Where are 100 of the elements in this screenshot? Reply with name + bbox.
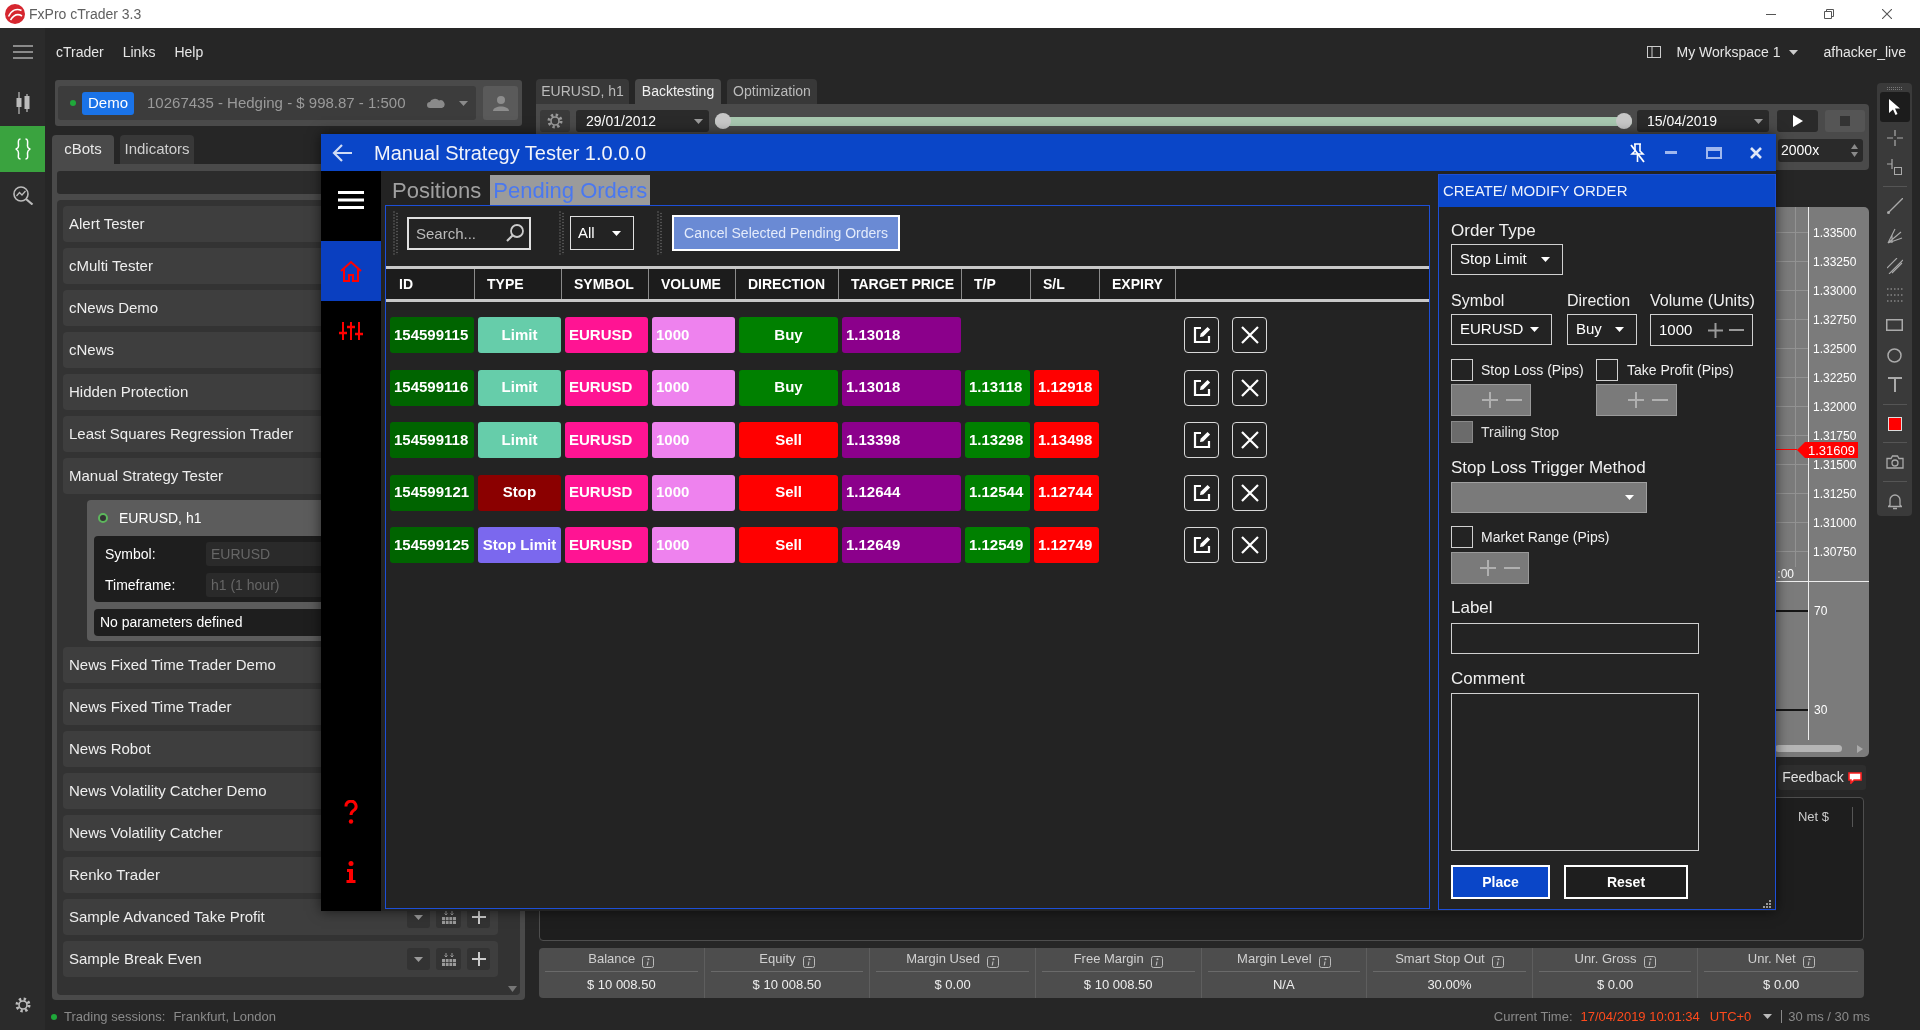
chart-tab[interactable]: Backtesting — [635, 79, 721, 104]
panel-tab[interactable]: Positions — [389, 175, 485, 205]
delete-button[interactable] — [1232, 474, 1267, 511]
slider-thumb[interactable] — [1616, 113, 1632, 129]
time-label: :00 — [1777, 566, 1794, 583]
setting-label: Timeframe: — [105, 575, 177, 595]
library-tab[interactable]: Indicators — [120, 135, 194, 164]
summary-label: Balance — [588, 949, 636, 968]
layout-icon[interactable] — [1646, 46, 1661, 58]
search-field[interactable]: Search... — [407, 216, 531, 250]
help-icon[interactable] — [344, 800, 358, 824]
cbot-name: News Volatility Catcher Demo — [69, 780, 267, 801]
unpin-icon[interactable] — [1630, 142, 1645, 163]
workspace-dropdown[interactable]: My Workspace 1 — [1676, 41, 1798, 63]
dropdown-field[interactable]: Buy — [1567, 314, 1637, 345]
home-icon — [339, 260, 363, 282]
account-selector[interactable]: Demo 10267435 - Hedging - $ 998.87 - 1:500 — [58, 86, 476, 120]
maximize-icon[interactable] — [1706, 146, 1722, 159]
delete-button[interactable] — [1232, 422, 1267, 458]
speed-field[interactable]: 2000x — [1778, 138, 1863, 162]
cbot-item[interactable]: Sample Break Even — [63, 941, 498, 977]
sliders-icon — [339, 322, 363, 340]
field-label: Direction — [1567, 291, 1632, 311]
info-icon[interactable] — [1150, 956, 1163, 968]
checkbox[interactable] — [1596, 359, 1618, 381]
dropdown-field[interactable]: Stop Limit — [1451, 244, 1563, 275]
checkbox[interactable] — [1451, 526, 1473, 548]
column-header: SYMBOL — [562, 269, 649, 299]
volume-field[interactable]: 1000 — [1650, 314, 1753, 346]
form-button[interactable]: Reset — [1564, 865, 1688, 899]
filter-dropdown[interactable]: All — [570, 216, 634, 250]
label-input[interactable] — [1451, 623, 1699, 654]
back-arrow-icon[interactable] — [332, 143, 352, 162]
delete-button[interactable] — [1232, 527, 1267, 563]
chart-tab[interactable]: EURUSD, h1 — [536, 79, 629, 104]
edit-button[interactable] — [1184, 422, 1219, 458]
tool-button[interactable] — [1879, 92, 1910, 122]
add-button[interactable] — [467, 948, 490, 970]
direction-tag: Sell — [739, 422, 838, 458]
caret-icon — [1788, 49, 1798, 55]
instance-button[interactable] — [436, 948, 461, 970]
resize-grip-icon[interactable] — [1762, 899, 1772, 909]
edit-button[interactable] — [1184, 369, 1219, 406]
caret-icon[interactable] — [1763, 1014, 1773, 1019]
timezone-dropdown[interactable]: UTC+0 — [1709, 1006, 1752, 1027]
camera-icon — [1885, 455, 1904, 470]
restore-icon[interactable] — [1824, 9, 1834, 19]
cbot-name: News Fixed Time Trader Demo — [69, 654, 276, 675]
order-type-tag: Stop Limit — [478, 527, 561, 563]
slider-thumb[interactable] — [715, 113, 731, 129]
date-field[interactable]: 29/01/2012 — [576, 110, 709, 132]
tester-title: Manual Strategy Tester 1.0.0.0 — [374, 140, 646, 166]
date-field[interactable]: 15/04/2019 — [1637, 110, 1769, 132]
direction-tag: Sell — [739, 474, 838, 511]
order-id-cell: 154599118 — [390, 422, 474, 458]
column-header: S/L — [1031, 269, 1100, 299]
info-icon[interactable] — [642, 956, 655, 968]
candlestick-icon — [14, 92, 31, 114]
minimize-icon[interactable] — [1766, 13, 1776, 15]
dropdown-button[interactable] — [407, 948, 430, 970]
info-icon[interactable] — [986, 956, 999, 968]
order-id-cell: 154599121 — [390, 474, 474, 511]
checkbox[interactable] — [1451, 359, 1473, 381]
info-icon[interactable] — [1643, 956, 1656, 968]
dropdown-field[interactable]: EURUSD — [1451, 314, 1552, 345]
comment-input[interactable] — [1451, 693, 1699, 851]
date-range-slider[interactable] — [715, 113, 1632, 129]
settings-button[interactable] — [540, 110, 570, 132]
play-button[interactable] — [1777, 110, 1818, 132]
delete-button[interactable] — [1232, 317, 1267, 353]
take-profit-cell: 1.13298 — [965, 422, 1030, 458]
info-icon[interactable] — [346, 861, 356, 883]
info-icon[interactable] — [1802, 956, 1815, 968]
info-icon[interactable] — [802, 956, 815, 968]
close-icon[interactable] — [1882, 9, 1892, 19]
chart-tab[interactable]: Optimization — [727, 79, 817, 104]
edit-button[interactable] — [1184, 527, 1219, 563]
stop-loss-cell: 1.12918 — [1034, 369, 1099, 406]
username[interactable]: afhacker_live — [1823, 41, 1906, 63]
feedback-button[interactable]: Feedback — [1778, 765, 1866, 790]
menu-item[interactable]: Links — [122, 41, 156, 63]
price-label: 1.33500 — [1813, 226, 1857, 239]
delete-button[interactable] — [1232, 369, 1267, 406]
edit-button[interactable] — [1184, 474, 1219, 511]
order-id-cell: 154599116 — [390, 369, 474, 406]
settings-icon[interactable] — [547, 113, 563, 129]
library-tab[interactable]: cBots — [52, 135, 114, 164]
settings-icon[interactable] — [14, 997, 31, 1013]
braces-icon — [14, 138, 31, 160]
summary-label: Margin Used — [906, 949, 980, 968]
form-button[interactable]: Place — [1451, 865, 1550, 899]
chart-scrollbar[interactable] — [1775, 745, 1842, 752]
scroll-down-icon[interactable] — [507, 986, 517, 992]
info-icon[interactable] — [1491, 956, 1504, 968]
menu-item[interactable]: cTrader — [56, 41, 104, 63]
trend-line-icon — [1886, 198, 1903, 215]
edit-button[interactable] — [1184, 317, 1219, 353]
menu-item[interactable]: Help — [174, 41, 204, 63]
info-icon[interactable] — [1318, 956, 1331, 968]
target-price-cell: 1.12644 — [842, 474, 961, 511]
